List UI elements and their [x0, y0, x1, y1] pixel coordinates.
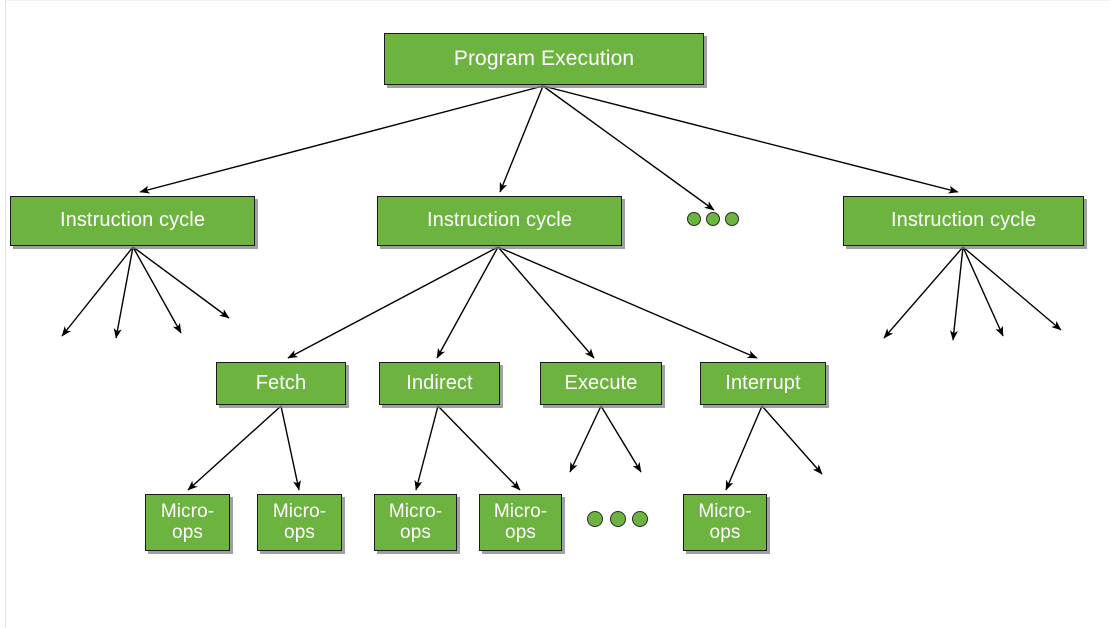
node-label: Micro- ops	[272, 500, 327, 543]
arrow-ic2-execute	[497, 246, 595, 359]
node-label: Execute	[564, 371, 638, 394]
arrow-pe-to-dots	[542, 85, 715, 211]
node-label: Indirect	[406, 371, 473, 394]
node-label: Micro- ops	[160, 500, 215, 543]
node-instruction-cycle-1[interactable]: Instruction cycle	[10, 196, 255, 246]
arrow-ic3-f1	[883, 246, 964, 339]
arrow-pe-to-ic1	[139, 85, 544, 194]
arrow-indirect-mo4	[437, 405, 521, 491]
diagram-canvas: Program Execution Instruction cycle Instru…	[0, 0, 1110, 628]
node-program-execution[interactable]: Program Execution	[384, 33, 704, 85]
arrow-ic1-f1	[61, 246, 134, 337]
node-label: Instruction cycle	[890, 209, 1037, 232]
node-label: Instruction cycle	[59, 209, 206, 232]
node-label: Micro- ops	[493, 500, 548, 543]
node-indirect[interactable]: Indirect	[379, 362, 500, 405]
ellipsis-level1-dot-2	[706, 212, 720, 226]
arrow-fetch-mo2	[280, 405, 301, 491]
node-micro-ops-5[interactable]: Micro- ops	[683, 494, 767, 551]
node-micro-ops-4[interactable]: Micro- ops	[479, 494, 562, 551]
node-label: Fetch	[255, 371, 307, 394]
ellipsis-level3-dot-1	[587, 511, 603, 527]
page-top-rule	[5, 0, 1110, 1]
node-interrupt[interactable]: Interrupt	[700, 362, 826, 405]
arrow-ic3-f3	[962, 246, 1004, 337]
arrow-ic1-f3	[132, 246, 182, 334]
node-instruction-cycle-2[interactable]: Instruction cycle	[377, 196, 622, 246]
ellipsis-level3-dot-2	[610, 511, 626, 527]
node-instruction-cycle-3[interactable]: Instruction cycle	[843, 196, 1084, 246]
arrow-execute-f1	[569, 405, 602, 473]
arrow-pe-to-ic2	[499, 85, 544, 193]
node-micro-ops-1[interactable]: Micro- ops	[145, 494, 230, 551]
arrow-ic2-fetch	[287, 246, 499, 359]
node-label: Micro- ops	[388, 500, 443, 543]
page-left-rule	[5, 0, 6, 628]
arrow-ic1-f2	[113, 246, 134, 339]
arrow-fetch-mo1	[187, 405, 282, 491]
node-label: Micro- ops	[698, 500, 752, 543]
node-fetch[interactable]: Fetch	[216, 362, 346, 405]
arrow-pe-to-ic3	[542, 85, 959, 194]
arrow-ic1-f4	[132, 246, 230, 319]
node-execute[interactable]: Execute	[540, 362, 662, 405]
ellipsis-level1-dot-3	[725, 212, 739, 226]
node-label: Program Execution	[453, 46, 635, 70]
arrow-ic3-f2	[950, 246, 964, 341]
arrow-interrupt-mo5	[725, 405, 763, 491]
ellipsis-level3-dot-3	[632, 511, 648, 527]
arrow-interrupt-f1	[761, 405, 823, 475]
arrow-ic3-f4	[962, 246, 1062, 331]
node-micro-ops-2[interactable]: Micro- ops	[257, 494, 342, 551]
node-micro-ops-3[interactable]: Micro- ops	[374, 494, 457, 551]
node-label: Interrupt	[725, 371, 801, 394]
arrow-ic2-indirect	[436, 246, 499, 359]
arrow-execute-f2	[600, 405, 642, 473]
arrow-indirect-mo3	[414, 405, 439, 491]
ellipsis-level1-dot-1	[687, 212, 701, 226]
arrow-ic2-interrupt	[497, 246, 758, 359]
node-label: Instruction cycle	[426, 209, 573, 232]
